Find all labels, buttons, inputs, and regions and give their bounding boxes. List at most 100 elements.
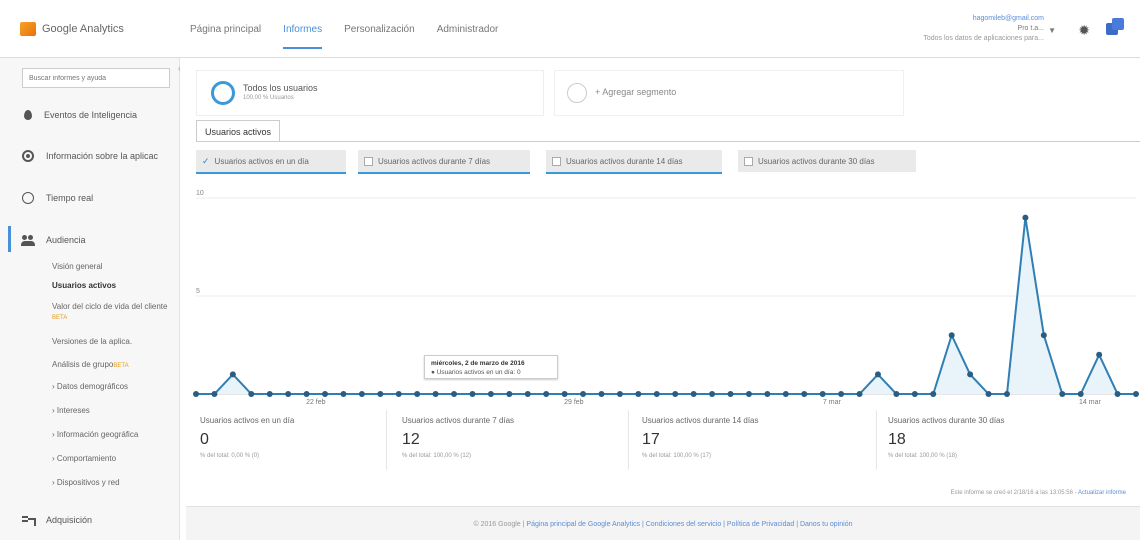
data-point <box>543 391 550 397</box>
chart-svg: 10 5 22 feb 29 feb 7 mar 14 mar <box>193 190 1139 406</box>
y-tick-label: 5 <box>196 288 200 295</box>
toggle-label: Usuarios activos durante 7 días <box>378 156 491 166</box>
data-point <box>930 391 937 397</box>
tab-divider <box>196 141 1140 142</box>
chevron-down-icon[interactable]: ▼ <box>1048 26 1056 35</box>
toggle-30-days[interactable]: Usuarios activos durante 30 días <box>738 150 916 172</box>
notifications-icon[interactable] <box>1106 18 1124 36</box>
beta-badge: BETA <box>113 363 129 369</box>
checkbox-icon <box>744 156 753 166</box>
subnav-devices[interactable]: › Dispositivos y red <box>52 478 170 488</box>
data-point <box>745 391 752 397</box>
segment-all-users[interactable]: Todos los usuarios 100,00 % Usuarios <box>196 70 544 116</box>
metric-value: 18 <box>888 431 906 448</box>
data-point <box>967 371 974 378</box>
data-point <box>248 391 255 397</box>
tooltip-title: miércoles, 2 de marzo de 2016 <box>431 360 525 367</box>
tab-active-users[interactable]: Usuarios activos <box>196 120 281 142</box>
metric-value: 17 <box>642 431 660 448</box>
toggle-label: Usuarios activos durante 14 días <box>566 156 683 166</box>
data-point <box>229 371 236 378</box>
nav-admin[interactable]: Administrador <box>437 18 499 46</box>
data-point <box>1059 391 1066 397</box>
toggle-7-days[interactable]: Usuarios activos durante 7 días <box>358 150 530 172</box>
data-point <box>616 391 623 397</box>
data-point <box>451 391 458 397</box>
audience-icon <box>21 234 35 246</box>
data-point <box>193 391 199 397</box>
data-point <box>266 391 273 397</box>
subnav-cohort[interactable]: Análisis de grupoBETA <box>52 360 170 371</box>
refresh-report-link[interactable]: Actualizar informe <box>1078 490 1126 496</box>
brand-name: Google Analytics <box>42 23 124 35</box>
data-point <box>561 391 568 397</box>
acquisition-icon <box>22 514 36 526</box>
subnav-geo[interactable]: › Información geográfica <box>52 430 170 440</box>
search-input[interactable] <box>22 68 170 88</box>
subnav-lifetime-value[interactable]: Valor del ciclo de vida del cliente BETA <box>52 302 170 323</box>
data-point <box>1077 391 1084 397</box>
data-point <box>856 391 863 397</box>
footer-links[interactable]: Página principal de Google Analytics | C… <box>526 521 852 528</box>
main-content: Todos los usuarios 100,00 % Usuarios + A… <box>186 58 1140 540</box>
metric-name: Usuarios activos durante 7 días <box>402 416 515 425</box>
data-point <box>303 391 310 397</box>
data-point <box>395 391 402 397</box>
subnav-label: Análisis de grupo <box>52 360 114 369</box>
subnav-demographics[interactable]: › Datos demográficos <box>52 382 170 392</box>
data-point <box>1114 391 1121 397</box>
gear-icon[interactable]: ✹ <box>1078 22 1090 39</box>
toggle-label: Usuarios activos en un día <box>214 156 309 166</box>
data-point <box>1133 391 1139 397</box>
nav-customization[interactable]: Personalización <box>344 18 415 46</box>
nav-reports[interactable]: Informes <box>283 18 322 49</box>
metric-name: Usuarios activos durante 30 días <box>888 416 1005 425</box>
data-point <box>432 391 439 397</box>
subnav-behavior[interactable]: › Comportamiento <box>52 454 170 464</box>
nav-home[interactable]: Página principal <box>190 18 261 46</box>
metric-7-days[interactable]: Usuarios activos durante 7 días 12 % del… <box>402 416 642 459</box>
empty-circle-icon <box>567 83 587 103</box>
data-point <box>1096 351 1103 358</box>
subnav-label: Valor del ciclo de vida del cliente <box>52 302 168 311</box>
data-point <box>1040 332 1047 339</box>
data-point <box>377 391 384 397</box>
add-segment-button[interactable]: + Agregar segmento <box>554 70 904 116</box>
metric-14-days[interactable]: Usuarios activos durante 14 días 17 % de… <box>642 416 882 459</box>
chart-tooltip: miércoles, 2 de marzo de 2016 ● Usuarios… <box>424 355 558 379</box>
subnav-app-versions[interactable]: Versiones de la aplica. <box>52 337 170 347</box>
data-point <box>948 332 955 339</box>
data-point <box>709 391 716 397</box>
account-view: Todos los datos de aplicaciones para... <box>923 35 1044 42</box>
sidebar-item-label: Eventos de Inteligencia <box>44 110 138 120</box>
checkbox-icon <box>552 156 561 166</box>
sidebar-item-app-info[interactable]: Información sobre la aplicac <box>22 150 158 162</box>
data-point <box>1003 391 1010 397</box>
data-point <box>819 391 826 397</box>
data-point <box>414 391 421 397</box>
notification-count <box>1112 18 1124 30</box>
data-point <box>340 391 347 397</box>
data-point <box>487 391 494 397</box>
data-point <box>322 391 329 397</box>
data-point <box>524 391 531 397</box>
sidebar-item-realtime[interactable]: Tiempo real <box>22 192 93 204</box>
metric-30-days[interactable]: Usuarios activos durante 30 días 18 % de… <box>888 416 1128 459</box>
sidebar-item-acquisition[interactable]: Adquisición <box>22 514 92 526</box>
metric-value: 12 <box>402 431 420 448</box>
account-selector[interactable]: hagomileb@gmail.com Pro t.a... Todos los… <box>923 14 1044 44</box>
toggle-14-days[interactable]: Usuarios activos durante 14 días <box>546 150 722 172</box>
subnav-active-users[interactable]: Usuarios activos <box>52 281 170 291</box>
toggle-1-day[interactable]: ✓ Usuarios activos en un día <box>196 150 346 172</box>
collapse-sidebar-icon[interactable]: ‹ <box>178 64 181 73</box>
top-bar: Google Analytics Página principal Inform… <box>0 0 1140 58</box>
brand[interactable]: Google Analytics <box>20 22 124 36</box>
main-nav: Página principal Informes Personalizació… <box>190 18 499 49</box>
sidebar: Eventos de Inteligencia Información sobr… <box>0 58 180 540</box>
account-property: Pro t.a... <box>1017 25 1044 32</box>
subnav-interests[interactable]: › Intereses <box>52 406 170 416</box>
sidebar-item-audience[interactable]: Audiencia <box>21 234 86 246</box>
subnav-overview[interactable]: Visión general <box>52 262 170 272</box>
sidebar-item-intelligence[interactable]: Eventos de Inteligencia <box>22 110 137 120</box>
series-indicator <box>196 172 346 174</box>
